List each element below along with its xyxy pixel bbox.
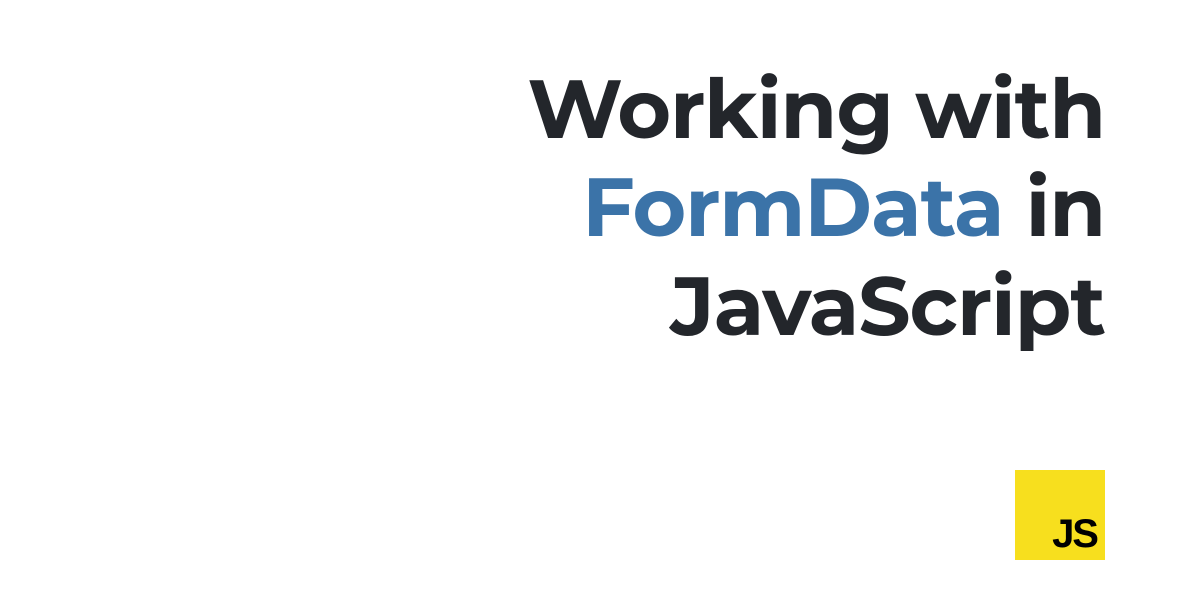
title-line-3: JavaScript [670, 256, 1105, 356]
javascript-logo-icon: JS [1015, 470, 1105, 560]
title-line-2-suffix: in [1003, 157, 1105, 257]
page-title: Working with FormData in JavaScript [528, 60, 1105, 355]
title-highlight: FormData [582, 157, 1003, 257]
javascript-logo-text: JS [1052, 514, 1097, 554]
title-line-1: Working with [528, 59, 1105, 159]
